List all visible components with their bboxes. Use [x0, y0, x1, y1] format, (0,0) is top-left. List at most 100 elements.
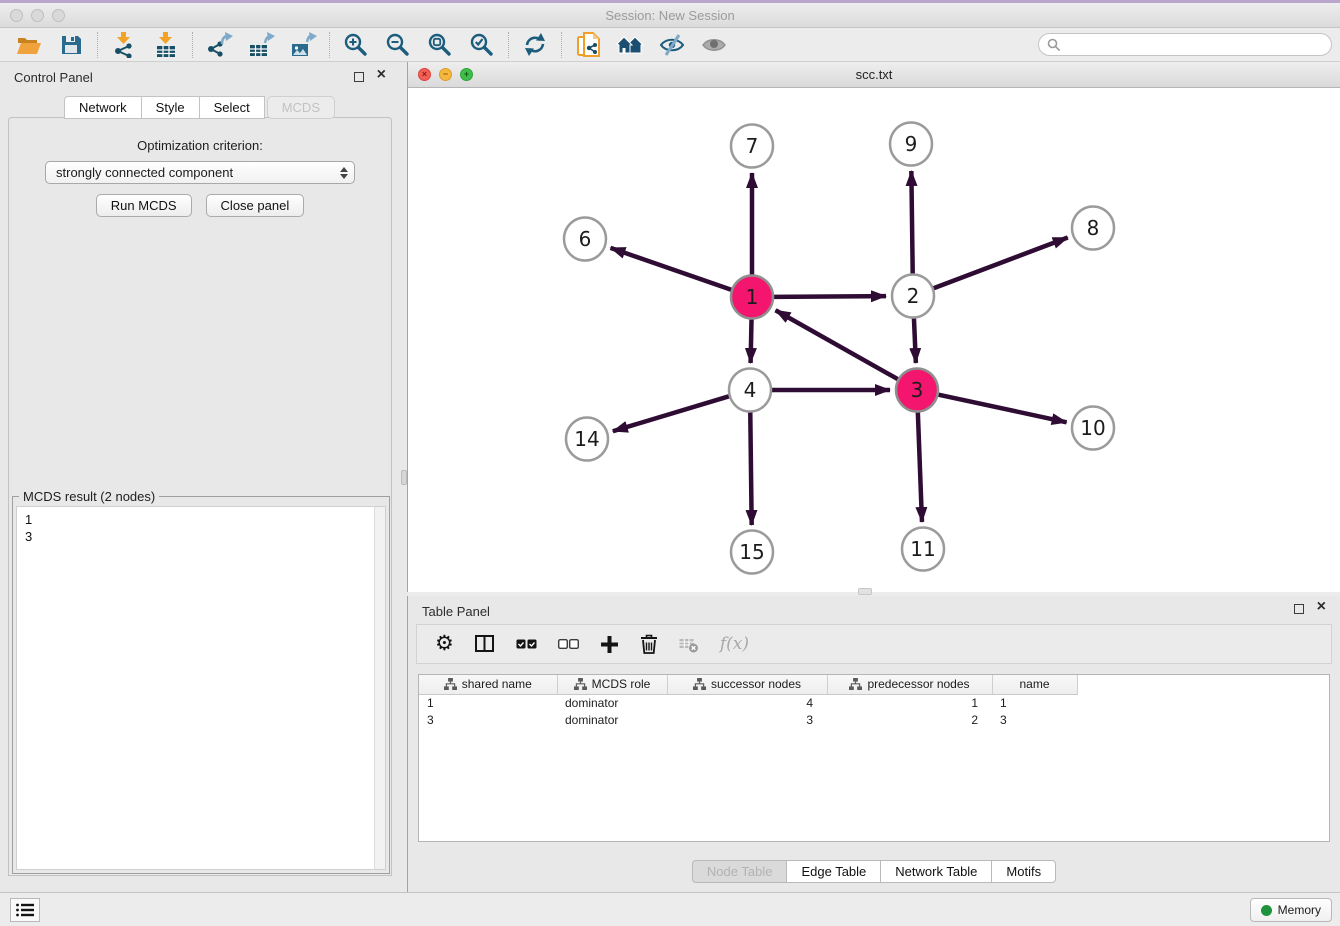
- edge-3-11[interactable]: [918, 412, 922, 522]
- edge-1-6[interactable]: [611, 248, 732, 290]
- open-file-icon[interactable]: [11, 30, 47, 60]
- control-panel-tabs: NetworkStyleSelectMCDS: [0, 96, 400, 119]
- tab-mcds[interactable]: MCDS: [267, 96, 335, 119]
- network-canvas[interactable]: 7 9 6 8 1 2 4 3 14 10 15 11: [408, 88, 1340, 592]
- column-header-mcds-role[interactable]: MCDS role: [557, 675, 667, 694]
- edge-1-4[interactable]: [751, 319, 752, 363]
- create-column-icon[interactable]: [600, 635, 619, 654]
- edge-4-14[interactable]: [613, 396, 729, 431]
- cell[interactable]: 1: [827, 694, 992, 711]
- float-panel-icon[interactable]: [354, 72, 364, 82]
- criterion-dropdown[interactable]: strongly connected component: [45, 161, 355, 184]
- node-1[interactable]: 1: [731, 276, 773, 319]
- import-table-icon[interactable]: [148, 30, 184, 60]
- cell[interactable]: 1: [992, 694, 1077, 711]
- search-input[interactable]: [1065, 36, 1331, 54]
- cell[interactable]: dominator: [557, 711, 667, 728]
- edge-2-8[interactable]: [934, 238, 1068, 289]
- tab-style[interactable]: Style: [141, 96, 200, 119]
- node-7[interactable]: 7: [731, 125, 773, 168]
- edge-1-2[interactable]: [774, 296, 886, 297]
- import-network-icon[interactable]: [106, 30, 142, 60]
- cell[interactable]: 3: [992, 711, 1077, 728]
- cell[interactable]: 2: [827, 711, 992, 728]
- zoom-out-icon[interactable]: [380, 30, 416, 60]
- toolbar-separator: [192, 32, 193, 58]
- node-4[interactable]: 4: [729, 369, 771, 412]
- tab-network[interactable]: Network: [64, 96, 142, 119]
- close-panel-button[interactable]: Close panel: [206, 194, 305, 217]
- network-graph[interactable]: 7 9 6 8 1 2 4 3 14 10 15 11: [408, 88, 1340, 592]
- node-table[interactable]: shared nameMCDS rolesuccessor nodesprede…: [418, 674, 1330, 842]
- node-15[interactable]: 15: [731, 531, 773, 574]
- edge-2-9[interactable]: [911, 171, 912, 274]
- cell[interactable]: 4: [667, 694, 827, 711]
- edge-3-1[interactable]: [776, 310, 898, 379]
- toolbar-separator: [97, 32, 98, 58]
- close-panel-icon[interactable]: ×: [377, 66, 386, 84]
- close-table-panel-icon[interactable]: ×: [1317, 598, 1326, 616]
- zoom-selected-icon[interactable]: [464, 30, 500, 60]
- show-network-home-icon[interactable]: [612, 30, 648, 60]
- tab-select[interactable]: Select: [199, 96, 265, 119]
- node-9[interactable]: 9: [890, 123, 932, 166]
- export-table-icon[interactable]: [243, 30, 279, 60]
- zoom-fit-icon[interactable]: [422, 30, 458, 60]
- column-header-name[interactable]: name: [992, 675, 1077, 694]
- attribute-table[interactable]: shared nameMCDS rolesuccessor nodesprede…: [419, 675, 1078, 728]
- tab-node-table[interactable]: Node Table: [692, 860, 788, 883]
- splitter-grip[interactable]: [401, 470, 407, 485]
- refresh-layout-icon[interactable]: [517, 30, 553, 60]
- edge-2-3[interactable]: [914, 318, 916, 363]
- cell[interactable]: dominator: [557, 694, 667, 711]
- save-session-icon[interactable]: [53, 30, 89, 60]
- tab-network-table[interactable]: Network Table: [880, 860, 992, 883]
- hide-graphics-details-icon[interactable]: [654, 30, 690, 60]
- clone-network-icon[interactable]: [570, 30, 606, 60]
- float-table-panel-icon[interactable]: [1294, 604, 1304, 614]
- table-row[interactable]: 1dominator411: [419, 694, 1077, 711]
- show-columns-icon[interactable]: [475, 635, 495, 653]
- edge-4-15[interactable]: [750, 412, 751, 525]
- cell[interactable]: 3: [667, 711, 827, 728]
- node-14[interactable]: 14: [566, 418, 608, 461]
- node-10[interactable]: 10: [1072, 407, 1114, 450]
- apply-function-icon[interactable]: f(x): [720, 634, 749, 654]
- search-box: [1038, 33, 1332, 56]
- svg-text:14: 14: [574, 427, 599, 451]
- unselect-all-columns-icon[interactable]: [558, 639, 579, 649]
- memory-button[interactable]: Memory: [1250, 898, 1332, 922]
- show-graphics-details-icon[interactable]: [696, 30, 732, 60]
- mcds-result-box[interactable]: 13: [16, 506, 386, 870]
- tab-motifs[interactable]: Motifs: [991, 860, 1056, 883]
- node-3[interactable]: 3: [896, 369, 938, 412]
- control-panel-header: Control Panel ×: [0, 62, 400, 92]
- node-11[interactable]: 11: [902, 528, 944, 571]
- cell[interactable]: 3: [419, 711, 557, 728]
- select-all-columns-icon[interactable]: [516, 639, 537, 649]
- column-header-successor-nodes[interactable]: successor nodes: [667, 675, 827, 694]
- node-2[interactable]: 2: [892, 275, 934, 318]
- node-6[interactable]: 6: [564, 218, 606, 261]
- result-scrollbar[interactable]: [374, 507, 385, 869]
- column-header-predecessor-nodes[interactable]: predecessor nodes: [827, 675, 992, 694]
- tab-edge-table[interactable]: Edge Table: [786, 860, 881, 883]
- delete-columns-icon[interactable]: [640, 634, 658, 654]
- table-options-icon[interactable]: ⚙: [435, 634, 454, 654]
- column-header-shared-name[interactable]: shared name: [419, 675, 557, 694]
- task-history-button[interactable]: [10, 898, 40, 922]
- delete-table-icon[interactable]: [679, 636, 699, 653]
- cell[interactable]: 1: [419, 694, 557, 711]
- horizontal-splitter-grip[interactable]: [858, 588, 872, 595]
- node-8[interactable]: 8: [1072, 207, 1114, 250]
- vertical-splitter[interactable]: [400, 62, 408, 892]
- svg-text:9: 9: [905, 132, 918, 156]
- export-image-icon[interactable]: [285, 30, 321, 60]
- table-tabs: Node TableEdge TableNetwork TableMotifs: [408, 860, 1340, 883]
- network-view-window: × − + scc.txt 7968124314101511: [408, 62, 1340, 592]
- run-mcds-button[interactable]: Run MCDS: [96, 194, 192, 217]
- export-network-icon[interactable]: [201, 30, 237, 60]
- table-row[interactable]: 3dominator323: [419, 711, 1077, 728]
- zoom-in-icon[interactable]: [338, 30, 374, 60]
- edge-3-10[interactable]: [939, 395, 1067, 423]
